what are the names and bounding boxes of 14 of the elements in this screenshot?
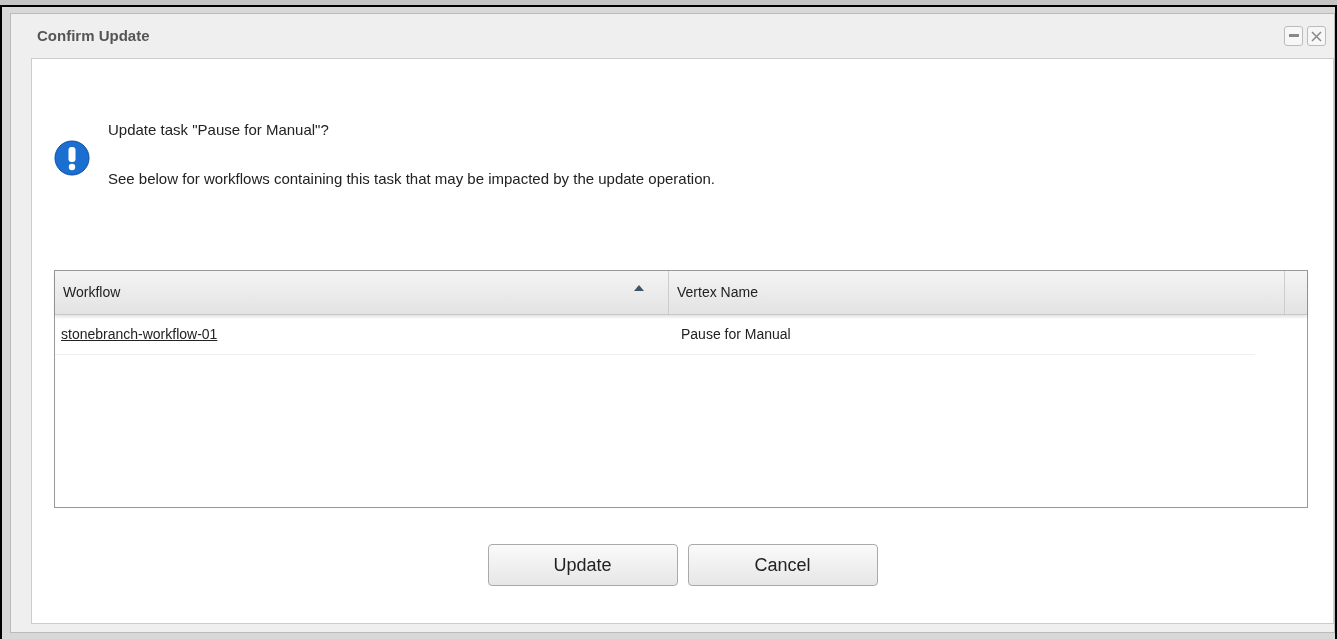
minimize-button[interactable] (1284, 26, 1303, 46)
window-title: Confirm Update (37, 25, 150, 46)
dialog-button[interactable]: Cancel (687, 544, 878, 586)
detail-text: See below for workflows containing this task that may be impacted by the update operation. (108, 168, 715, 189)
question-text: Update task "Pause for Manual"? (108, 120, 330, 140)
table-cell-text: Pause for Manual (680, 325, 792, 344)
workflow-link[interactable]: stonebranch-workflow-01 (61, 324, 218, 345)
column-header[interactable]: Workflow (55, 271, 669, 314)
warning-icon (54, 139, 90, 177)
minimize-icon (1288, 34, 1299, 38)
close-icon (1311, 30, 1322, 42)
close-button[interactable] (1307, 26, 1326, 46)
dialog-button[interactable]: Update (487, 544, 678, 586)
column-header[interactable]: Vertex Name (669, 271, 1285, 314)
